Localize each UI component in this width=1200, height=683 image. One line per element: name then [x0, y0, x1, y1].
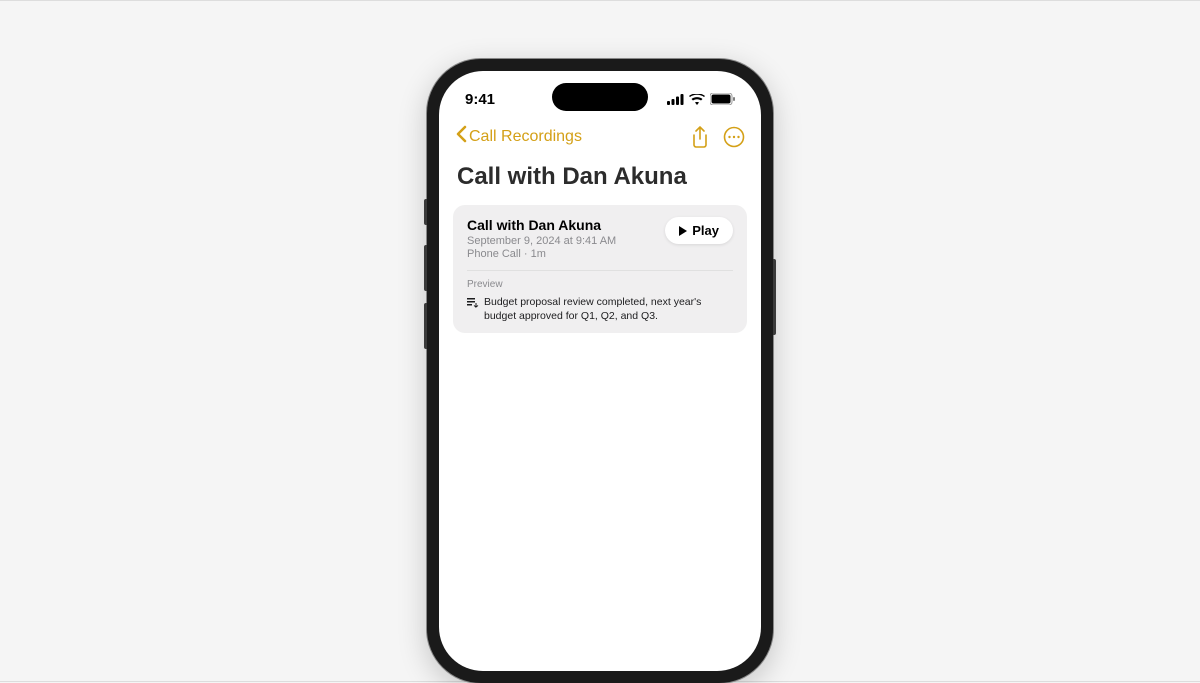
back-button[interactable]: Call Recordings	[455, 125, 687, 149]
recording-card: Call with Dan Akuna September 9, 2024 at…	[453, 205, 747, 333]
dynamic-island	[552, 83, 648, 111]
play-icon	[679, 226, 687, 236]
back-label: Call Recordings	[469, 128, 582, 146]
chevron-left-icon	[455, 125, 467, 149]
phone-frame: 9:41	[427, 59, 773, 683]
preview-text: Budget proposal review completed, next y…	[484, 295, 733, 323]
phone-side-button-right	[773, 259, 776, 335]
more-icon[interactable]	[723, 126, 745, 148]
wifi-icon	[689, 94, 705, 105]
summary-icon	[467, 296, 479, 314]
play-button[interactable]: Play	[665, 217, 733, 244]
status-icons	[667, 93, 735, 105]
phone-screen: 9:41	[439, 71, 761, 671]
page-title: Call with Dan Akuna	[439, 159, 761, 205]
battery-icon	[710, 93, 735, 105]
recording-title: Call with Dan Akuna	[467, 217, 655, 233]
cellular-signal-icon	[667, 94, 684, 105]
status-time: 9:41	[465, 91, 495, 108]
preview-label: Preview	[467, 279, 733, 290]
share-icon[interactable]	[691, 126, 709, 148]
phone-side-buttons-left	[424, 199, 427, 369]
play-label: Play	[692, 223, 719, 238]
navigation-bar: Call Recordings	[439, 119, 761, 159]
recording-date: September 9, 2024 at 9:41 AM	[467, 235, 655, 247]
recording-meta: Phone Call · 1m	[467, 248, 655, 260]
